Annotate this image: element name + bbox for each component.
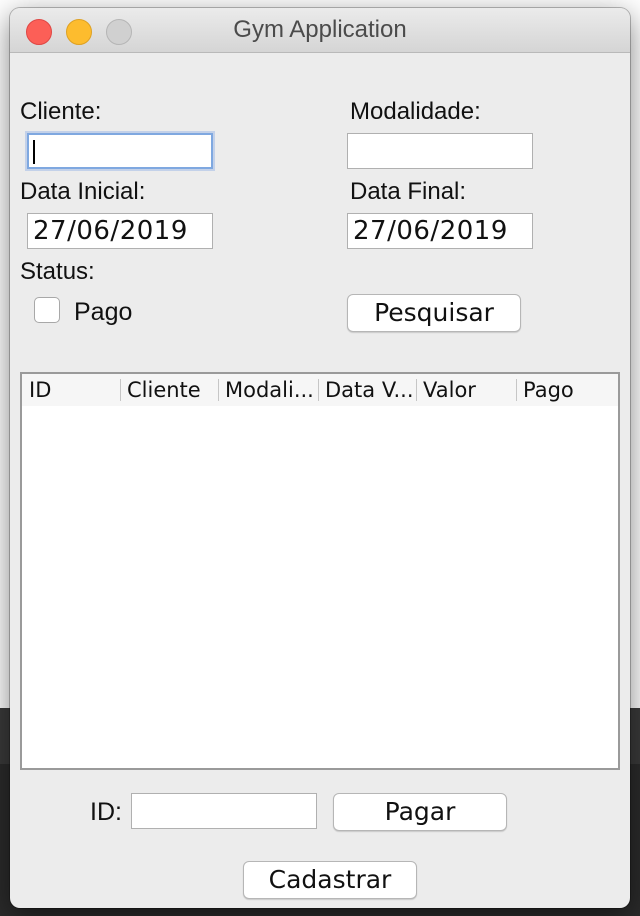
data-final-label: Data Final: <box>350 178 467 205</box>
window-title: Gym Application <box>233 16 407 43</box>
pagar-button[interactable]: Pagar <box>333 793 507 831</box>
results-table[interactable]: ID Cliente Modali... Data V... Valor Pag… <box>20 372 620 770</box>
data-final-value: 27/06/2019 <box>353 216 508 246</box>
cadastrar-button[interactable]: Cadastrar <box>243 861 417 899</box>
modalidade-input[interactable] <box>347 133 533 169</box>
column-header-data-vencimento[interactable]: Data V... <box>318 374 416 406</box>
text-caret <box>33 140 35 164</box>
id-label: ID: <box>90 798 122 826</box>
data-final-input[interactable]: 27/06/2019 <box>347 213 533 249</box>
data-inicial-value: 27/06/2019 <box>33 216 188 246</box>
app-window: Gym Application Cliente: Modalidade: Dat… <box>10 8 630 908</box>
table-header: ID Cliente Modali... Data V... Valor Pag… <box>22 374 618 406</box>
column-header-pago[interactable]: Pago <box>516 374 618 406</box>
cliente-label: Cliente: <box>20 98 102 125</box>
column-header-id[interactable]: ID <box>22 374 120 406</box>
id-input[interactable] <box>131 793 317 829</box>
modalidade-label: Modalidade: <box>350 98 481 125</box>
cliente-input[interactable] <box>27 133 213 169</box>
column-header-valor[interactable]: Valor <box>416 374 516 406</box>
column-header-cliente[interactable]: Cliente <box>120 374 218 406</box>
column-header-modalidade[interactable]: Modali... <box>218 374 318 406</box>
data-inicial-label: Data Inicial: <box>20 178 146 205</box>
title-bar[interactable]: Gym Application <box>10 8 630 53</box>
data-inicial-input[interactable]: 27/06/2019 <box>27 213 213 249</box>
pago-checkbox[interactable] <box>34 297 60 323</box>
pesquisar-button[interactable]: Pesquisar <box>347 294 521 332</box>
status-label: Status: <box>20 258 95 285</box>
pago-checkbox-label[interactable]: Pago <box>74 298 132 327</box>
